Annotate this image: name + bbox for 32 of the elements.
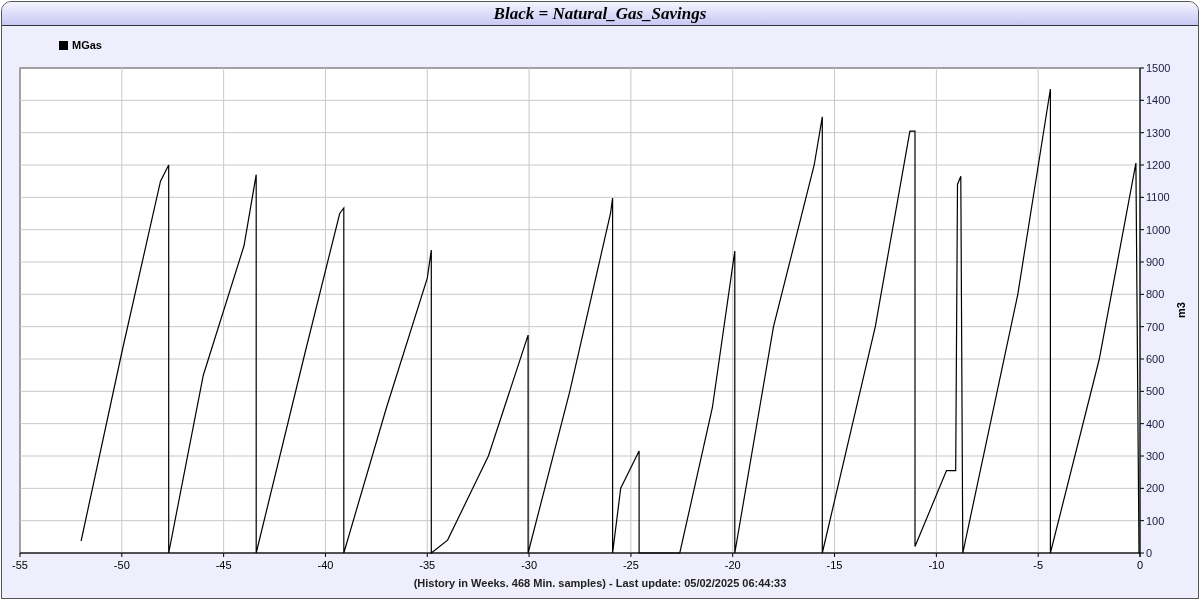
tick-label: 0 [1146,547,1153,559]
tick-label: -25 [622,559,639,571]
tick-label: 1400 [1146,94,1171,107]
tick-label: -45 [215,559,232,571]
legend-label: MGas [72,37,102,53]
tick-label: 600 [1146,353,1165,365]
tick-label: -30 [521,559,538,571]
tick-label: -5 [1033,559,1044,571]
window-title: Black = Natural_Gas_Savings [493,2,707,25]
tick-label: -15 [826,559,843,571]
tick-label: -50 [113,559,130,571]
tick-label: 700 [1146,320,1165,333]
tick-label: 1300 [1146,126,1171,139]
tick-label: 400 [1146,417,1165,430]
tick-label: 200 [1146,482,1165,495]
chart-caption: (History in Weeks. 468 Min. samples) - Last update: 05/02/2025 06:44:33 [413,576,787,591]
tick-label: 900 [1146,256,1165,268]
tick-label: 1200 [1146,159,1171,171]
tick-label: 0 [1136,559,1144,571]
y-axis-label: m3 [1175,302,1187,318]
tick-label: -10 [928,559,945,571]
tick-label: 500 [1146,385,1165,398]
tick-label: -55 [12,559,28,571]
tick-label: 800 [1146,288,1165,301]
tick-label: -20 [724,559,741,571]
tick-label: 300 [1146,450,1165,462]
tick-label: -35 [419,559,436,571]
tick-label: 1500 [1146,62,1171,74]
tick-label: 100 [1146,514,1165,527]
tick-label: -40 [317,559,334,571]
tick-label: 1100 [1146,191,1170,204]
tick-label: 1000 [1146,223,1171,236]
